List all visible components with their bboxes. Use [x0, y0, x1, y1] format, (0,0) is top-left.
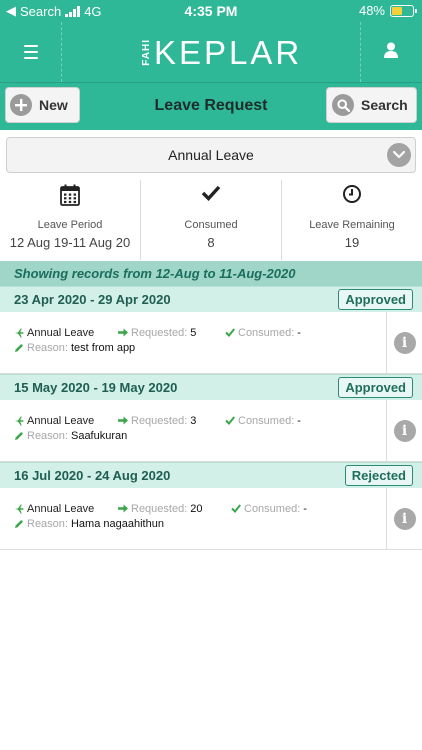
record-details: Annual Leave Requested: 20 Consumed: - Rea…: [14, 501, 382, 531]
plane-icon: [14, 416, 24, 426]
record-dates: 16 Jul 2020 - 24 Aug 2020: [14, 468, 171, 483]
record-details: Annual Leave Requested: 3 Consumed: - Reas…: [14, 413, 382, 443]
info-icon: i: [393, 332, 416, 354]
status-bar: ◀ Search 4G 4:35 PM 48%: [0, 0, 422, 22]
plane-icon: [14, 328, 24, 338]
battery-icon: [390, 4, 417, 17]
clock-icon: [282, 180, 422, 208]
info-button[interactable]: i: [386, 400, 422, 462]
record-body: Annual Leave Requested: 3 Consumed: - Reas…: [0, 400, 422, 462]
leave-summary: Leave Period 12 Aug 19-11 Aug 20 Consume…: [0, 180, 422, 260]
leave-type: Annual Leave: [27, 502, 95, 515]
requested-label: Requested:: [131, 414, 188, 427]
requested-label: Requested:: [131, 502, 188, 515]
app-logo: FAHI KEPLAR: [141, 33, 303, 71]
search-button[interactable]: Search: [326, 87, 417, 123]
consumed-value: -: [303, 502, 307, 515]
reason-label: Reason:: [27, 429, 68, 442]
leave-type: Annual Leave: [27, 326, 95, 339]
consumed-label: Consumed:: [238, 414, 295, 427]
arrow-right-icon: [118, 328, 128, 337]
info-button[interactable]: i: [386, 488, 422, 550]
leave-type: Annual Leave: [27, 414, 95, 427]
info-button[interactable]: i: [386, 312, 422, 374]
consumed-value: -: [297, 326, 301, 339]
records-range-banner: Showing records from 12-Aug to 11-Aug-20…: [0, 261, 422, 286]
pencil-icon: [14, 519, 24, 529]
status-right: 48%: [358, 3, 417, 18]
plane-icon: [14, 504, 24, 514]
record-dates: 23 Apr 2020 - 29 Apr 2020: [14, 292, 171, 307]
status-badge: Rejected: [344, 465, 413, 486]
stat-label: Consumed: [184, 219, 238, 231]
stat-consumed: Consumed 8: [140, 180, 281, 260]
leave-record[interactable]: 16 Jul 2020 - 24 Aug 2020 Rejected Annua…: [0, 462, 422, 550]
chevron-down-icon: [387, 143, 411, 167]
consumed-label: Consumed:: [238, 326, 295, 339]
requested-value: 20: [190, 502, 203, 515]
pencil-icon: [14, 343, 24, 353]
check-icon: [225, 416, 235, 425]
search-button-label: Search: [361, 97, 408, 113]
record-header: 15 May 2020 - 19 May 2020 Approved: [0, 374, 422, 400]
check-icon: [231, 504, 241, 513]
battery-percent: 48%: [358, 3, 385, 18]
reason-label: Reason:: [27, 517, 68, 530]
leave-record[interactable]: 15 May 2020 - 19 May 2020 Approved Annua…: [0, 374, 422, 462]
app-header: FAHI KEPLAR: [0, 22, 422, 82]
reason-value: Hama nagaahithun: [70, 517, 164, 530]
calendar-icon: [0, 180, 140, 208]
leave-type-value: Annual Leave: [168, 147, 254, 163]
reason-value: Saafukuran: [70, 429, 128, 442]
leave-record[interactable]: 23 Apr 2020 - 29 Apr 2020 Approved Annua…: [0, 286, 422, 374]
hamburger-icon[interactable]: [0, 22, 62, 82]
requested-label: Requested:: [131, 326, 188, 339]
checkmark-icon: [141, 180, 281, 208]
reason-label: Reason:: [27, 341, 68, 354]
record-details: Annual Leave Requested: 5 Consumed: - Reas…: [14, 325, 382, 355]
record-header: 16 Jul 2020 - 24 Aug 2020 Rejected: [0, 462, 422, 488]
arrow-right-icon: [118, 504, 128, 513]
info-icon: i: [393, 420, 416, 442]
consumed-label: Consumed:: [244, 502, 301, 515]
stat-value: 12 Aug 19-11 Aug 20: [9, 235, 131, 250]
info-icon: i: [393, 508, 416, 530]
stat-label: Leave Period: [37, 219, 103, 231]
status-badge: Approved: [338, 377, 413, 398]
toolbar: New Leave Request Search: [0, 82, 422, 130]
pencil-icon: [14, 431, 24, 441]
arrow-right-icon: [118, 416, 128, 425]
logo-text: KEPLAR: [154, 33, 303, 71]
reason-value: test from app: [70, 341, 136, 354]
record-body: Annual Leave Requested: 20 Consumed: - Rea…: [0, 488, 422, 550]
record-dates: 15 May 2020 - 19 May 2020: [14, 380, 178, 395]
stat-leave-period: Leave Period 12 Aug 19-11 Aug 20: [0, 180, 140, 260]
stat-value: 19: [344, 235, 360, 250]
user-icon[interactable]: [360, 22, 422, 82]
requested-value: 3: [190, 414, 197, 427]
check-icon: [225, 328, 235, 337]
stat-label: Leave Remaining: [309, 219, 395, 231]
stat-value: 8: [207, 235, 215, 250]
logo-prefix: FAHI: [141, 38, 152, 66]
status-badge: Approved: [338, 289, 413, 310]
record-body: Annual Leave Requested: 5 Consumed: - Reas…: [0, 312, 422, 374]
record-header: 23 Apr 2020 - 29 Apr 2020 Approved: [0, 286, 422, 312]
search-icon: [332, 94, 354, 116]
stat-leave-remaining: Leave Remaining 19: [281, 180, 422, 260]
consumed-value: -: [297, 414, 301, 427]
leave-type-select[interactable]: Annual Leave: [6, 137, 416, 173]
requested-value: 5: [190, 326, 197, 339]
